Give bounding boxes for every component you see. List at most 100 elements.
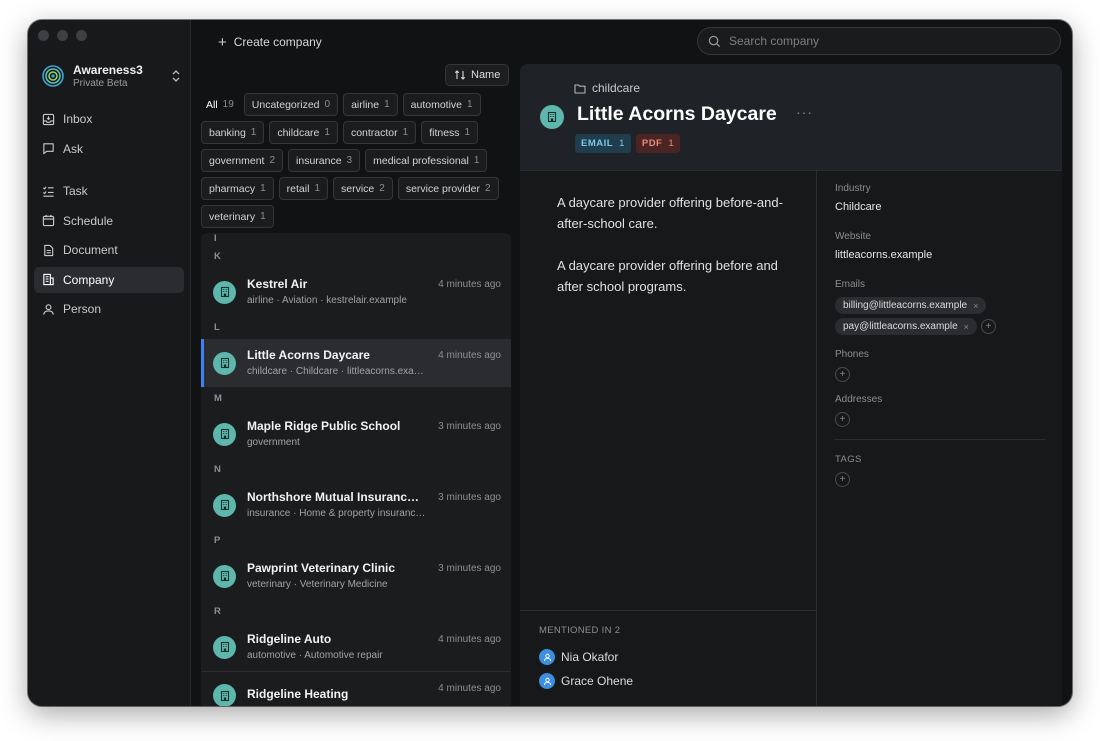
filter-chip[interactable]: fitness 1 — [421, 121, 479, 144]
email-chip[interactable]: pay@littleacorns.example × — [835, 318, 977, 335]
letter-header: I — [214, 233, 217, 244]
company-row-selected[interactable]: Little Acorns Daycare childcare · Childc… — [201, 339, 511, 387]
sidebar-item-document[interactable]: Document — [34, 237, 184, 263]
workspace-switcher[interactable]: Awareness3 Private Beta — [42, 60, 182, 92]
filter-chip[interactable]: Uncategorized 0 — [243, 93, 339, 116]
email-badge[interactable]: EMAIL 1 — [575, 134, 631, 153]
filter-count: 1 — [250, 127, 257, 138]
website-value[interactable]: littleacorns.example — [835, 249, 1045, 261]
company-list[interactable]: I K Kestrel Air airline · Aviation · kes… — [201, 233, 511, 706]
sort-button[interactable]: Name — [445, 64, 510, 86]
maximize-window-button[interactable] — [76, 30, 87, 41]
company-meta: government — [247, 436, 300, 448]
search-input[interactable] — [729, 34, 1029, 48]
sidebar-item-inbox[interactable]: Inbox — [34, 106, 184, 132]
filter-count: 2 — [269, 155, 276, 166]
filter-chip[interactable]: pharmacy 1 — [201, 177, 274, 200]
company-meta: childcare · Childcare · littleacorns.exa… — [247, 365, 429, 377]
filter-chip[interactable]: veterinary 1 — [201, 205, 274, 228]
filter-label: fitness — [429, 126, 460, 139]
industry-label: Industry — [835, 183, 871, 194]
company-row[interactable]: Kestrel Air airline · Aviation · kestrel… — [201, 268, 511, 316]
pdf-badge[interactable]: PDF 1 — [635, 134, 681, 153]
chevron-up-down-icon — [172, 70, 180, 82]
company-avatar — [213, 280, 236, 304]
add-tag-button[interactable]: + — [835, 472, 850, 487]
section-divider — [835, 439, 1045, 440]
mention-person[interactable]: Grace Ohene — [539, 669, 633, 693]
filter-chip[interactable]: retail 1 — [278, 177, 328, 200]
phones-label: Phones — [835, 349, 869, 360]
company-row[interactable]: Pawprint Veterinary Clinic veterinary · … — [201, 552, 511, 600]
add-address-button[interactable]: + — [835, 412, 850, 427]
create-company-button[interactable]: + Create company — [218, 32, 322, 52]
filter-chip[interactable]: service provider 2 — [397, 177, 499, 200]
filter-chip[interactable]: government 2 — [201, 149, 284, 172]
sidebar-item-label: Schedule — [63, 213, 114, 228]
filter-label: service provider — [405, 182, 480, 195]
sidebar-item-schedule[interactable]: Schedule — [34, 208, 184, 234]
company-name: Ridgeline Heating — [247, 687, 349, 701]
filter-count: 1 — [324, 127, 330, 138]
email-address: pay@littleacorns.example — [843, 321, 958, 332]
letter-header: M — [214, 393, 222, 404]
filter-label: veterinary — [209, 210, 256, 223]
building-icon — [547, 111, 557, 123]
more-options-icon[interactable]: ··· — [796, 104, 813, 120]
row-timestamp: 3 minutes ago — [438, 421, 501, 432]
sidebar-item-ask[interactable]: Ask — [34, 136, 184, 162]
add-phone-button[interactable]: + — [835, 367, 850, 382]
sidebar-item-person[interactable]: Person — [34, 296, 184, 322]
window-controls — [38, 30, 87, 41]
company-description[interactable]: A daycare provider offering before-and-a… — [557, 192, 787, 318]
filter-chip[interactable]: childcare 1 — [269, 121, 338, 144]
workspace-subtitle: Private Beta — [73, 77, 128, 89]
mention-person[interactable]: Nia Okafor — [539, 645, 633, 669]
panel-divider — [816, 171, 817, 706]
filter-label: airline — [351, 98, 380, 111]
sidebar-item-task[interactable]: Task — [34, 178, 184, 204]
filter-chip-all[interactable]: All 19 — [201, 93, 239, 116]
plus-icon: + — [218, 33, 227, 51]
company-name: Kestrel Air — [247, 276, 308, 291]
row-timestamp: 3 minutes ago — [438, 492, 501, 503]
filter-label: insurance — [296, 154, 342, 167]
filter-chip[interactable]: insurance 3 — [288, 149, 361, 172]
company-avatar — [213, 422, 236, 446]
company-name: Maple Ridge Public School — [247, 418, 401, 433]
filter-chip[interactable]: service 2 — [333, 177, 393, 200]
filter-label: All — [206, 98, 218, 111]
remove-icon[interactable]: × — [973, 301, 978, 311]
section-divider — [520, 610, 816, 611]
add-email-button[interactable]: + — [980, 319, 996, 334]
filter-chip[interactable]: airline 1 — [343, 93, 398, 116]
letter-header: R — [214, 606, 221, 617]
filter-label: government — [209, 154, 265, 167]
email-chip[interactable]: billing@littleacorns.example × — [835, 297, 987, 314]
minimize-window-button[interactable] — [57, 30, 68, 41]
company-row[interactable]: Ridgeline Auto automotive · Automotive r… — [201, 623, 511, 671]
company-avatar — [213, 564, 236, 588]
filter-chip[interactable]: banking 1 — [201, 121, 265, 144]
filter-chip[interactable]: contractor 1 — [342, 121, 417, 144]
company-avatar — [213, 351, 236, 375]
folder-icon — [574, 83, 586, 94]
filter-chip[interactable]: medical professional 1 — [365, 149, 488, 172]
company-row[interactable]: Ridgeline Heating 4 minutes ago — [201, 671, 511, 706]
filter-label: automotive — [410, 98, 463, 111]
category-breadcrumb[interactable]: childcare — [574, 81, 640, 95]
close-window-button[interactable] — [38, 30, 49, 41]
person-name: Grace Ohene — [561, 674, 634, 688]
filter-count: 1 — [473, 155, 480, 166]
company-row[interactable]: Northshore Mutual Insurance C... insuran… — [201, 481, 511, 529]
filter-chip[interactable]: automotive 1 — [402, 93, 481, 116]
sidebar-item-label: Inbox — [63, 112, 93, 126]
remove-icon[interactable]: × — [964, 322, 969, 332]
filter-count: 1 — [464, 127, 471, 138]
sidebar-item-company[interactable]: Company — [34, 266, 184, 293]
app-window: Awareness3 Private Beta Inbox Ask Task S… — [28, 20, 1072, 706]
mentions-section: MENTIONED IN 2 Nia Okafor Grace Ohene — [539, 625, 633, 693]
industry-value[interactable]: Childcare — [835, 201, 1045, 213]
building-icon — [220, 357, 229, 369]
company-row[interactable]: Maple Ridge Public School government 3 m… — [201, 410, 511, 458]
